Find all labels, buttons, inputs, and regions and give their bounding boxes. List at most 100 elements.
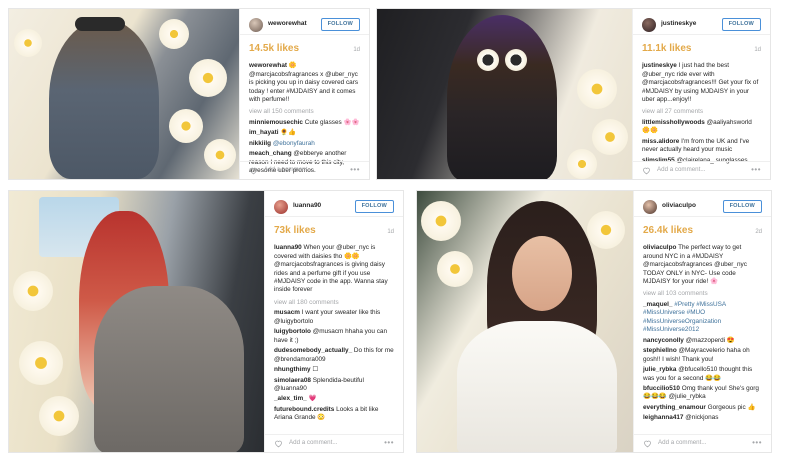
post-card-luanna90: luanna90 FOLLOW 73k likes 1d luanna90 Wh…: [8, 190, 404, 453]
caption-text: When your @uber_nyc is covered with dais…: [274, 244, 388, 294]
comment-username[interactable]: nikkiilg: [249, 140, 271, 147]
comment-username[interactable]: everything_enamour: [643, 404, 706, 411]
person-face: [512, 236, 572, 311]
follow-button[interactable]: FOLLOW: [721, 17, 761, 32]
post-age: 2d: [755, 229, 762, 235]
comment-text: Cute glasses 🌸🌸: [304, 118, 360, 126]
username-link[interactable]: luanna90: [293, 202, 355, 211]
avatar[interactable]: [274, 199, 288, 214]
comment-username[interactable]: simolaera08: [274, 377, 311, 384]
post-header: luanna90 FOLLOW: [265, 199, 403, 217]
comment: stephiellno @Mayracvelerio haha oh gosh!…: [643, 347, 762, 364]
add-comment-bar: Add a comment... •••: [240, 161, 369, 179]
person-sweater: [94, 286, 244, 452]
heart-icon[interactable]: [643, 439, 652, 448]
comment-username[interactable]: bfuccilio510: [643, 385, 680, 392]
comment: im_hayati 🌻👍: [249, 129, 360, 137]
caption: luanna90 When your @uber_nyc is covered …: [274, 244, 394, 295]
comment-username[interactable]: dudesomebody_actually_: [274, 347, 352, 354]
add-comment-input[interactable]: Add a comment...: [264, 166, 350, 174]
add-comment-input[interactable]: Add a comment...: [289, 439, 384, 447]
comment-username[interactable]: leighanna417: [643, 414, 684, 421]
heart-icon[interactable]: [249, 166, 258, 175]
comment-username[interactable]: julie_rybka: [643, 366, 676, 373]
comment-username[interactable]: luigybortolo: [274, 328, 311, 335]
likes-count[interactable]: 73k likes: [274, 224, 316, 237]
caption-username[interactable]: oliviaculpo: [643, 244, 676, 251]
person-blouse: [457, 321, 617, 452]
add-comment-input[interactable]: Add a comment...: [658, 439, 752, 447]
comment-username[interactable]: _alex_tim_: [274, 395, 307, 402]
username-link[interactable]: justineskye: [661, 20, 722, 29]
comment-text: 💗: [308, 395, 317, 403]
comment-username[interactable]: miss.alidore: [642, 138, 679, 145]
likes-count[interactable]: 14.5k likes: [249, 42, 299, 55]
add-comment-input[interactable]: Add a comment...: [657, 166, 751, 174]
comment: leighanna417 @nickjonas: [643, 414, 762, 422]
comment-username[interactable]: stephiellno: [643, 347, 677, 354]
comment: nikkiilg @ebonyfaurah: [249, 140, 360, 148]
person-figure: [49, 19, 159, 179]
post-sidebar: luanna90 FOLLOW 73k likes 1d luanna90 Wh…: [264, 191, 403, 452]
comment: miss.alidore I'm from the UK and I've ne…: [642, 138, 761, 155]
add-comment-bar: Add a comment... •••: [634, 434, 771, 452]
post-age: 1d: [387, 229, 394, 235]
caption: justineskye I just had the best @uber_ny…: [642, 62, 761, 104]
comment-username[interactable]: im_hayati: [249, 129, 278, 136]
comment-text: ☐: [312, 366, 319, 374]
post-photo[interactable]: [9, 191, 266, 452]
post-photo[interactable]: [9, 9, 241, 179]
view-all-comments-link[interactable]: view all 27 comments: [642, 108, 761, 116]
comment: _maquel_ #Pretty #MissUSA #MissUniverse …: [643, 301, 762, 335]
heart-icon[interactable]: [274, 439, 283, 448]
comment: bfuccilio510 Omg thank you! She's gorg 😂…: [643, 385, 762, 402]
more-options-icon[interactable]: •••: [752, 438, 762, 449]
comment: luigybortolo @musacm hhaha you can have …: [274, 328, 394, 345]
comment-username[interactable]: futurebound.credits: [274, 406, 334, 413]
comment-text: 🌻👍: [280, 129, 297, 137]
post-sidebar: oliviaculpo FOLLOW 26.4k likes 2d olivia…: [633, 191, 771, 452]
heart-icon[interactable]: [642, 166, 651, 175]
comment-username[interactable]: meach_chang: [249, 150, 292, 157]
post-card-justineskye: justineskye FOLLOW 11.1k likes 1d justin…: [376, 8, 771, 180]
avatar[interactable]: [249, 17, 263, 32]
avatar[interactable]: [642, 17, 656, 32]
post-header: weworewhat FOLLOW: [240, 17, 369, 35]
comment-text: @ebonyfaurah: [272, 139, 315, 147]
comment-username[interactable]: nhungthimy: [274, 366, 311, 373]
view-all-comments-link[interactable]: view all 180 comments: [274, 299, 394, 307]
more-options-icon[interactable]: •••: [350, 165, 360, 176]
caption: weworewhat 🌼 @marcjacobsfragrances x @ub…: [249, 62, 360, 104]
view-all-comments-link[interactable]: view all 103 comments: [643, 290, 762, 298]
more-options-icon[interactable]: •••: [384, 438, 394, 449]
likes-count[interactable]: 11.1k likes: [642, 42, 692, 55]
comment-username[interactable]: littlemisshollywoods: [642, 119, 705, 126]
likes-count[interactable]: 26.4k likes: [643, 224, 693, 237]
username-link[interactable]: oliviaculpo: [662, 202, 723, 211]
comment-username[interactable]: minniemousechic: [249, 119, 303, 126]
follow-button[interactable]: FOLLOW: [320, 17, 360, 32]
sunglasses: [75, 17, 125, 31]
caption-username[interactable]: weworewhat: [249, 62, 287, 69]
comment: _alex_tim_ 💗: [274, 395, 394, 403]
add-comment-bar: Add a comment... •••: [265, 434, 403, 452]
post-photo[interactable]: [377, 9, 634, 179]
follow-button[interactable]: FOLLOW: [354, 199, 394, 214]
username-link[interactable]: weworewhat: [268, 20, 321, 29]
post-age: 1d: [353, 47, 360, 53]
post-photo[interactable]: [417, 191, 635, 452]
person-figure: [447, 15, 557, 179]
comment-username[interactable]: musacm: [274, 309, 300, 316]
follow-button[interactable]: FOLLOW: [722, 199, 762, 214]
comment: dudesomebody_actually_ Do this for me @b…: [274, 347, 394, 364]
avatar[interactable]: [643, 199, 657, 214]
view-all-comments-link[interactable]: view all 150 comments: [249, 108, 360, 116]
comment-username[interactable]: nancyconolly: [643, 337, 684, 344]
caption-username[interactable]: luanna90: [274, 244, 302, 251]
comment: futurebound.credits Looks a bit like Ari…: [274, 406, 394, 423]
comment-text: @mazzoperdi 😍: [685, 336, 735, 344]
more-options-icon[interactable]: •••: [751, 165, 761, 176]
post-card-oliviaculpo: oliviaculpo FOLLOW 26.4k likes 2d olivia…: [416, 190, 772, 453]
caption-username[interactable]: justineskye: [642, 62, 677, 69]
comment-username[interactable]: _maquel_: [643, 301, 672, 308]
